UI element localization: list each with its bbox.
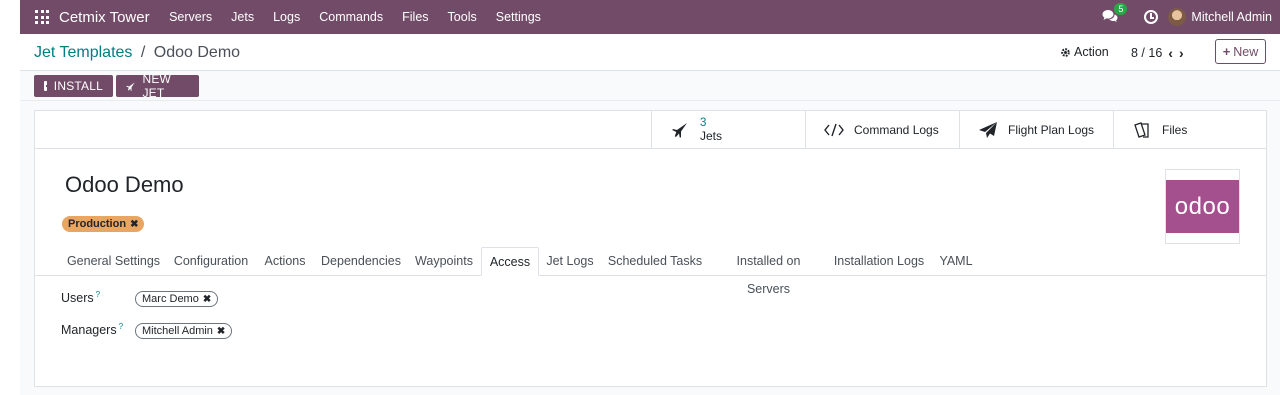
files-label: Files	[1162, 122, 1188, 137]
plane-icon	[670, 120, 690, 140]
nav-item-settings[interactable]: Settings	[486, 10, 550, 24]
control-panel: Jet Templates / Odoo Demo Action 8 / 16 …	[20, 34, 1280, 71]
pager-value[interactable]: 8 / 16	[1131, 46, 1162, 60]
nav-item-commands[interactable]: Commands	[310, 10, 393, 24]
tab-dependencies[interactable]: Dependencies	[318, 247, 404, 276]
tab-scheduled-tasks[interactable]: Scheduled Tasks	[606, 247, 704, 276]
remove-tag-icon[interactable]: ✖	[203, 294, 211, 305]
command-logs-label: Command Logs	[854, 122, 939, 137]
managers-tag: Mitchell Admin ✖	[135, 323, 233, 339]
new-jet-button[interactable]: NEW JET	[116, 72, 199, 100]
avatar[interactable]	[1168, 8, 1187, 26]
jets-count: 3	[700, 116, 707, 129]
tab-installation-logs[interactable]: Installation Logs	[833, 247, 925, 276]
help-tooltip-icon[interactable]: ?	[96, 290, 100, 299]
tab-access[interactable]: Access	[481, 247, 539, 276]
chevron-left-icon[interactable]: ‹	[1168, 45, 1173, 61]
breadcrumb: Jet Templates / Odoo Demo	[34, 44, 240, 62]
tab-jet-logs[interactable]: Jet Logs	[543, 247, 597, 276]
navbar-systray: 5 Mitchell Admin	[1102, 0, 1272, 34]
new-label: New	[1233, 44, 1259, 59]
flight-plan-logs-label: Flight Plan Logs	[1008, 122, 1095, 137]
files-icon	[1132, 120, 1152, 140]
users-label: Users	[61, 291, 94, 306]
tab-configuration[interactable]: Configuration	[171, 247, 251, 276]
nav-item-files[interactable]: Files	[393, 10, 438, 24]
chat-icon[interactable]: 5	[1102, 3, 1128, 25]
flight-plan-logs-smart-button[interactable]: Flight Plan Logs	[959, 111, 1113, 148]
nav-item-tools[interactable]: Tools	[438, 10, 486, 24]
breadcrumb-current: Odoo Demo	[153, 44, 241, 61]
form-sheet: 3 Jets Command Logs Flight Plan Logs Fil…	[34, 110, 1267, 387]
tab-yaml[interactable]: YAML	[935, 247, 977, 276]
tab-waypoints[interactable]: Waypoints	[412, 247, 476, 276]
form-statusbar: INSTALL NEW JET	[20, 71, 1280, 101]
breadcrumb-parent[interactable]: Jet Templates	[34, 44, 132, 61]
user-menu-name[interactable]: Mitchell Admin	[1191, 10, 1272, 24]
plus-icon: +	[1222, 44, 1231, 59]
smart-button-box: 3 Jets Command Logs Flight Plan Logs Fil…	[35, 111, 1266, 149]
new-jet-label: NEW JET	[142, 72, 172, 100]
pager: 8 / 16 ‹ ›	[1131, 45, 1184, 61]
tab-installed-on-servers[interactable]: Installed on Servers	[714, 247, 823, 296]
record-image[interactable]: odoo	[1165, 169, 1240, 244]
managers-tag-label: Mitchell Admin	[142, 325, 213, 337]
users-tag-label: Marc Demo	[142, 293, 199, 305]
new-record-button[interactable]: + New	[1215, 39, 1266, 64]
nav-item-servers[interactable]: Servers	[160, 10, 222, 24]
managers-field-label: Managers?	[61, 322, 123, 337]
tab-general-settings[interactable]: General Settings	[61, 247, 166, 276]
record-title[interactable]: Odoo Demo	[65, 172, 184, 198]
action-label: Action	[1074, 45, 1109, 59]
paper-plane-icon	[978, 120, 998, 140]
install-button[interactable]: INSTALL	[34, 75, 113, 97]
managers-label: Managers	[61, 323, 117, 338]
production-tag-label: Production	[68, 218, 127, 230]
status-badge: Production ✖	[62, 216, 145, 232]
chat-count-badge: 5	[1114, 3, 1128, 15]
gear-icon	[1061, 47, 1070, 57]
action-menu-button[interactable]: Action	[1060, 45, 1109, 59]
help-tooltip-icon[interactable]: ?	[119, 322, 123, 331]
remove-tag-icon[interactable]: ✖	[130, 219, 138, 230]
notebook-tabs: General Settings Configuration Actions D…	[35, 247, 1266, 296]
code-icon	[824, 120, 844, 140]
install-label: INSTALL	[53, 79, 103, 93]
jets-smart-button[interactable]: 3 Jets	[651, 111, 805, 148]
command-logs-smart-button[interactable]: Command Logs	[805, 111, 959, 148]
breadcrumb-separator: /	[140, 44, 146, 61]
top-navbar: Cetmix Tower Servers Jets Logs Commands …	[20, 0, 1280, 34]
plane-icon	[126, 82, 135, 91]
odoo-logo: odoo	[1166, 180, 1239, 233]
remove-tag-icon[interactable]: ✖	[217, 326, 225, 337]
nav-item-jets[interactable]: Jets	[222, 10, 264, 24]
users-tag: Marc Demo ✖	[135, 291, 219, 307]
app-brand[interactable]: Cetmix Tower	[59, 9, 150, 26]
tab-actions[interactable]: Actions	[259, 247, 311, 276]
apps-grid-icon[interactable]	[35, 10, 49, 24]
files-smart-button[interactable]: Files	[1113, 111, 1266, 148]
nav-item-logs[interactable]: Logs	[264, 10, 310, 24]
plus-square-icon	[44, 81, 52, 91]
jets-label: Jets	[700, 128, 723, 143]
users-field-label: Users?	[61, 290, 100, 305]
chevron-right-icon[interactable]: ›	[1179, 45, 1184, 61]
activity-clock-icon[interactable]	[1144, 10, 1159, 24]
